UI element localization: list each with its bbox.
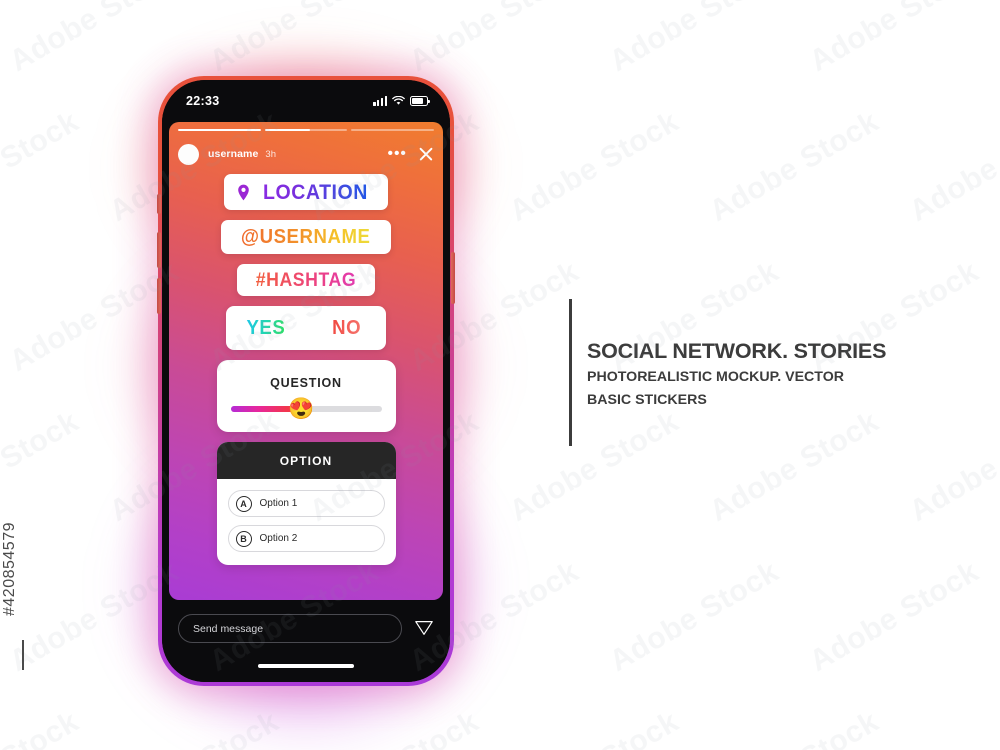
watermark-text: Adobe Stock: [504, 105, 685, 229]
story-username[interactable]: username: [208, 148, 258, 160]
phone-frame: 22:33 username 3h ••• LOCATION @USERNAME…: [157, 76, 455, 686]
quiz-options: A Option 1 B Option 2: [217, 479, 396, 565]
power-button[interactable]: [451, 252, 455, 304]
caption-block: SOCIAL NETWORK. STORIES PHOTOREALISTIC M…: [569, 299, 886, 446]
watermark-text: Adobe Stock: [904, 105, 1000, 229]
watermark-text: Adobe Stock: [104, 705, 285, 750]
quiz-option-row[interactable]: A Option 1: [227, 490, 385, 517]
hashtag-sticker-label: #HASHTAG: [255, 269, 357, 291]
caption-subtitle-line1: PHOTOREALISTIC MOCKUP. VECTOR: [587, 368, 844, 385]
caption-rule: [569, 299, 572, 446]
no-label: NO: [331, 317, 361, 339]
watermark-text: Adobe Stock: [604, 555, 785, 679]
send-message-placeholder: Send message: [193, 622, 264, 635]
progress-segment: [264, 129, 348, 132]
stock-id-rule: [22, 640, 24, 670]
more-options-icon[interactable]: •••: [388, 146, 407, 161]
sticker-stack: LOCATION @USERNAME #HASHTAG YES NO QUEST…: [169, 174, 443, 565]
volume-down-button[interactable]: [157, 278, 161, 314]
watermark-text: Adobe Stock: [804, 0, 985, 79]
story-progress: [178, 129, 435, 132]
caption-text: SOCIAL NETWORK. STORIES PHOTOREALISTIC M…: [587, 299, 886, 446]
quiz-option-letter: A: [235, 495, 252, 512]
progress-segment: [178, 129, 261, 132]
quiz-sticker[interactable]: OPTION A Option 1 B Option 2: [216, 442, 396, 565]
quiz-option-label: Option 2: [259, 533, 298, 544]
story-timestamp: 3h: [265, 148, 276, 160]
battery-icon: [410, 96, 430, 106]
volume-up-button[interactable]: [157, 232, 161, 268]
yes-button[interactable]: YES: [226, 318, 306, 338]
username-sticker-label: @USERNAME: [241, 226, 371, 248]
watermark-text: Adobe Stock: [704, 105, 885, 229]
username-sticker[interactable]: @USERNAME: [221, 220, 391, 254]
status-bar: 22:33: [162, 80, 450, 122]
avatar[interactable]: [178, 143, 199, 165]
watermark-text: Adobe Stock: [204, 0, 385, 79]
close-icon[interactable]: [418, 146, 434, 162]
emoji-slider[interactable]: 😍: [230, 399, 382, 420]
question-slider-sticker[interactable]: QUESTION 😍: [216, 360, 396, 432]
watermark-text: Adobe Stock: [0, 105, 85, 229]
watermark-text: Adobe Stock: [0, 405, 85, 529]
caption-subtitle-line2: BASIC STICKERS: [587, 391, 707, 408]
status-time: 22:33: [186, 94, 220, 108]
watermark-text: Adobe Stock: [904, 705, 1000, 750]
signal-bars-icon: [373, 96, 387, 106]
watermark-text: Adobe Stock: [904, 405, 1000, 529]
caption-title: SOCIAL NETWORK. STORIES: [587, 339, 887, 363]
watermark-text: Adobe Stock: [504, 705, 685, 750]
slider-emoji-handle[interactable]: 😍: [288, 399, 314, 420]
quiz-option-row[interactable]: B Option 2: [227, 525, 385, 552]
send-message-input[interactable]: Send message: [178, 614, 402, 643]
watermark-text: Adobe Stock: [404, 0, 585, 79]
yes-label: YES: [246, 317, 286, 339]
watermark-text: Adobe Stock: [604, 0, 785, 79]
quiz-option-letter: B: [235, 530, 252, 547]
location-sticker-label: LOCATION: [262, 180, 369, 204]
phone-mockup: 22:33 username 3h ••• LOCATION @USERNAME…: [128, 52, 484, 736]
progress-segment: [351, 129, 435, 132]
home-indicator: [258, 664, 354, 668]
watermark-text: Adobe Stock: [4, 0, 185, 79]
watermark-text: Adobe Stock: [304, 705, 485, 750]
status-icons: [373, 96, 430, 106]
watermark-text: Adobe Stock: [0, 705, 85, 750]
story-header: username 3h •••: [178, 139, 434, 169]
send-paper-plane-icon[interactable]: [414, 618, 434, 638]
story-canvas[interactable]: username 3h ••• LOCATION @USERNAME #HASH…: [169, 122, 443, 600]
no-button[interactable]: NO: [307, 318, 387, 338]
phone-screen: 22:33 username 3h ••• LOCATION @USERNAME…: [162, 80, 450, 682]
message-bar: Send message: [162, 600, 450, 682]
location-pin-icon: [238, 184, 249, 200]
quiz-title: OPTION: [216, 442, 396, 479]
yes-no-sticker[interactable]: YES NO: [226, 306, 386, 350]
mute-switch[interactable]: [157, 194, 161, 214]
watermark-text: Adobe Stock: [704, 705, 885, 750]
watermark-text: Adobe Stock: [804, 555, 985, 679]
stock-id-label: #420854579: [0, 522, 18, 616]
wifi-icon: [392, 96, 405, 105]
location-sticker[interactable]: LOCATION: [224, 174, 388, 210]
quiz-option-label: Option 1: [259, 498, 298, 509]
question-title: QUESTION: [270, 376, 342, 390]
hashtag-sticker[interactable]: #HASHTAG: [237, 264, 375, 296]
